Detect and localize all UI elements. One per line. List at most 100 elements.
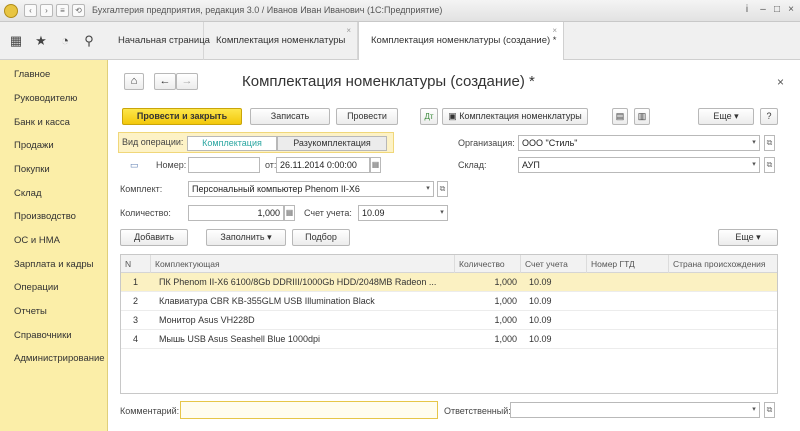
- forward-icon[interactable]: ›: [40, 4, 53, 17]
- table-more-button[interactable]: Еще ▾: [718, 229, 778, 246]
- row-quantity[interactable]: 1,000: [455, 273, 521, 292]
- components-table[interactable]: N Комплектующая Количество Счет учета Но…: [120, 254, 778, 394]
- home-icon[interactable]: ⌂: [124, 73, 144, 90]
- form-title: Комплектация номенклатуры (создание) *: [242, 73, 535, 90]
- sidebar-item-warehouse[interactable]: Склад: [14, 188, 42, 199]
- warehouse-open-icon[interactable]: ⧉: [764, 157, 775, 173]
- back-icon[interactable]: ‹: [24, 4, 37, 17]
- warehouse-dropdown-icon[interactable]: ▾: [749, 157, 760, 173]
- app-logo-icon: [4, 4, 18, 18]
- kit-label: Комплект:: [120, 184, 163, 194]
- table-row[interactable]: 1 ПК Phenom II-X6 6100/8Gb DDRIII/1000Gb…: [121, 273, 777, 292]
- attach-file-icon[interactable]: ▤: [612, 108, 628, 125]
- tab-kitting-list[interactable]: Комплектация номенклатуры ×: [204, 22, 358, 60]
- warehouse-field[interactable]: АУП: [518, 157, 750, 173]
- select-button[interactable]: Подбор: [292, 229, 350, 246]
- sections-panel: Главное Руководителю Банк и касса Продаж…: [0, 60, 108, 431]
- responsible-field[interactable]: [510, 402, 750, 418]
- row-quantity[interactable]: 1,000: [455, 292, 521, 311]
- operation-unkitting-option[interactable]: Разукомплектация: [277, 136, 387, 151]
- kit-open-icon[interactable]: ⧉: [437, 181, 448, 197]
- sidebar-item-payroll[interactable]: Зарплата и кадры: [14, 259, 93, 270]
- close-window-icon[interactable]: ×: [784, 3, 798, 17]
- comment-label: Комментарий:: [120, 406, 180, 416]
- table-row[interactable]: 4 Мышь USB Asus Seashell Blue 1000dpi 1,…: [121, 330, 777, 349]
- row-number: 2: [133, 296, 139, 306]
- history-clock-icon[interactable]: ◔: [58, 34, 72, 48]
- more-button[interactable]: Еще ▾: [698, 108, 754, 125]
- number-field[interactable]: [188, 157, 260, 173]
- print-kitting-button[interactable]: ▣ Комплектация номенклатуры: [442, 108, 588, 125]
- quantity-field[interactable]: 1,000: [188, 205, 284, 221]
- column-header-component[interactable]: Комплектующая: [151, 255, 455, 273]
- account-field[interactable]: 10.09: [358, 205, 438, 221]
- warehouse-label: Склад:: [458, 160, 487, 170]
- responsible-open-icon[interactable]: ⧉: [764, 402, 775, 418]
- sections-grid-icon[interactable]: ▦: [9, 34, 23, 48]
- tab-kitting-new[interactable]: Комплектация номенклатуры (создание) * ×: [358, 22, 564, 61]
- window-title: Бухгалтерия предприятия, редакция 3.0 / …: [92, 5, 443, 15]
- row-account[interactable]: 10.09: [525, 273, 587, 292]
- document-icon[interactable]: ▥: [634, 108, 650, 125]
- date-field[interactable]: 26.11.2014 0:00:00: [276, 157, 370, 173]
- organization-field[interactable]: ООО "Стиль": [518, 135, 750, 151]
- post-button[interactable]: Провести: [336, 108, 398, 125]
- row-component[interactable]: Монитор Asus VH228D: [155, 311, 455, 330]
- column-header-account[interactable]: Счет учета: [521, 255, 587, 273]
- organization-open-icon[interactable]: ⧉: [764, 135, 775, 151]
- comment-field[interactable]: [180, 401, 438, 419]
- maximize-icon[interactable]: □: [770, 3, 784, 17]
- row-quantity[interactable]: 1,000: [455, 330, 521, 349]
- column-header-gtd[interactable]: Номер ГТД: [587, 255, 669, 273]
- row-component[interactable]: Мышь USB Asus Seashell Blue 1000dpi: [155, 330, 455, 349]
- row-account[interactable]: 10.09: [525, 330, 587, 349]
- info-icon[interactable]: i: [740, 3, 754, 17]
- add-row-button[interactable]: Добавить: [120, 229, 188, 246]
- sidebar-item-bank[interactable]: Банк и касса: [14, 117, 70, 128]
- row-component[interactable]: ПК Phenom II-X6 6100/8Gb DDRIII/1000Gb H…: [155, 273, 455, 292]
- sidebar-item-catalogs[interactable]: Справочники: [14, 330, 72, 341]
- column-header-country[interactable]: Страна происхождения: [669, 255, 777, 273]
- sidebar-item-purchases[interactable]: Покупки: [14, 164, 50, 175]
- nav-forward-icon[interactable]: →: [176, 73, 198, 90]
- sidebar-item-assets[interactable]: ОС и НМА: [14, 235, 60, 246]
- fill-button[interactable]: Заполнить ▾: [206, 229, 286, 246]
- save-button[interactable]: Записать: [250, 108, 330, 125]
- post-and-close-button[interactable]: Провести и закрыть: [122, 108, 242, 125]
- nav-back-icon[interactable]: ←: [154, 73, 176, 90]
- sidebar-item-operations[interactable]: Операции: [14, 282, 58, 293]
- sidebar-item-reports[interactable]: Отчеты: [14, 306, 47, 317]
- help-button[interactable]: ?: [760, 108, 778, 125]
- organization-dropdown-icon[interactable]: ▾: [749, 135, 760, 151]
- sidebar-item-manager[interactable]: Руководителю: [14, 93, 77, 104]
- row-account[interactable]: 10.09: [525, 311, 587, 330]
- responsible-dropdown-icon[interactable]: ▾: [749, 402, 760, 418]
- close-tab-icon[interactable]: ×: [552, 12, 557, 50]
- row-account[interactable]: 10.09: [525, 292, 587, 311]
- column-header-quantity[interactable]: Количество: [455, 255, 521, 273]
- tab-start-page[interactable]: Начальная страница: [106, 22, 210, 60]
- account-dropdown-icon[interactable]: ▾: [437, 205, 448, 221]
- close-form-icon[interactable]: ×: [777, 75, 784, 89]
- calculator-icon[interactable]: ▦: [284, 205, 295, 221]
- sidebar-item-sales[interactable]: Продажи: [14, 140, 54, 151]
- minimize-icon[interactable]: –: [756, 3, 770, 17]
- sidebar-item-admin[interactable]: Администрирование: [14, 353, 105, 364]
- menu-icon[interactable]: ≡: [56, 4, 69, 17]
- history-icon[interactable]: ⟲: [72, 4, 85, 17]
- sidebar-item-production[interactable]: Производство: [14, 211, 76, 222]
- search-icon[interactable]: ⚲: [82, 34, 96, 48]
- row-component[interactable]: Клавиатура CBR KB-355GLM USB Illuminatio…: [155, 292, 455, 311]
- calendar-icon[interactable]: ▦: [370, 157, 381, 173]
- kit-field[interactable]: Персональный компьютер Phenom II-X6: [188, 181, 424, 197]
- dt-kt-icon[interactable]: Дт: [420, 108, 438, 125]
- sidebar-item-main[interactable]: Главное: [14, 69, 50, 80]
- row-quantity[interactable]: 1,000: [455, 311, 521, 330]
- close-tab-icon[interactable]: ×: [346, 12, 351, 50]
- favorites-star-icon[interactable]: ★: [34, 34, 48, 48]
- kit-dropdown-icon[interactable]: ▾: [423, 181, 434, 197]
- table-row[interactable]: 3 Монитор Asus VH228D 1,000 10.09: [121, 311, 777, 330]
- operation-kitting-option[interactable]: Комплектация: [187, 136, 277, 151]
- column-header-n[interactable]: N: [121, 255, 151, 273]
- table-row[interactable]: 2 Клавиатура CBR KB-355GLM USB Illuminat…: [121, 292, 777, 311]
